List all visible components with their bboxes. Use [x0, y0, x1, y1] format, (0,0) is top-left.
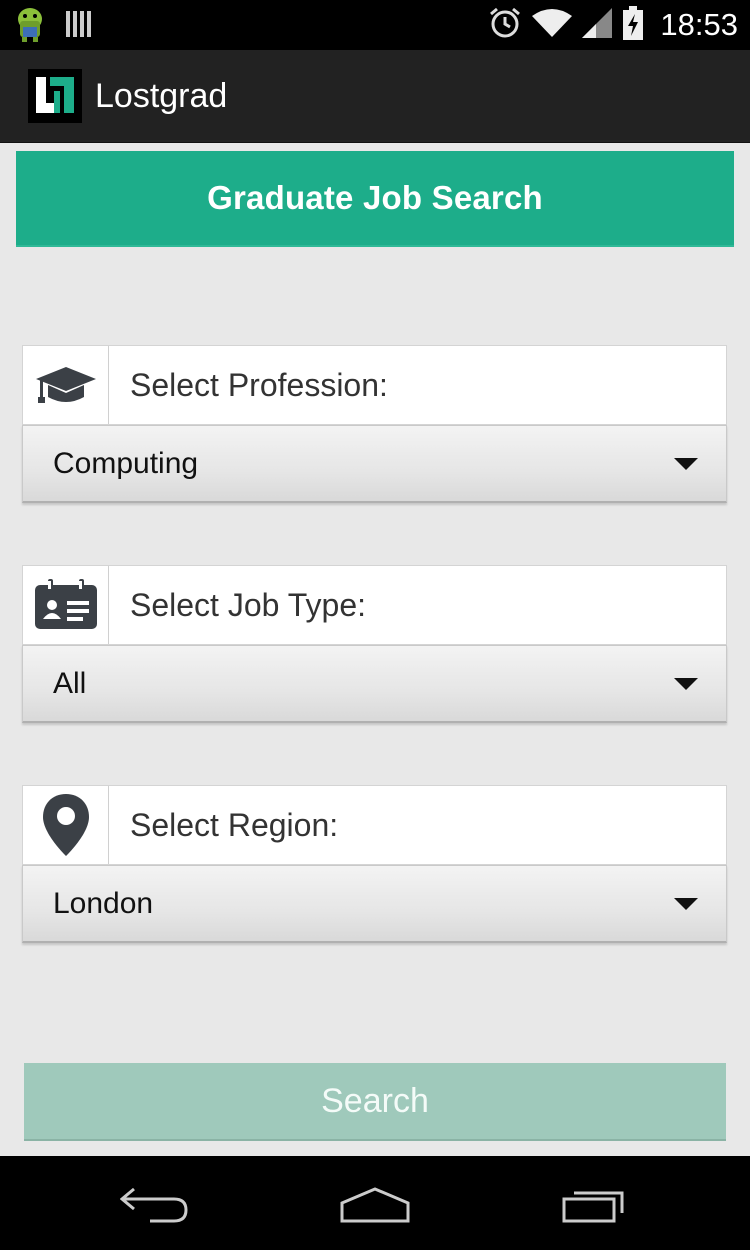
status-bar: 18:53 — [0, 0, 750, 50]
job-type-dropdown[interactable]: All — [22, 645, 727, 723]
job-type-label: Select Job Type: — [130, 587, 366, 623]
wifi-icon — [532, 8, 573, 43]
search-button[interactable]: Search — [24, 1063, 726, 1141]
lostgrad-logo-icon[interactable] — [28, 69, 82, 123]
region-selected-value: London — [53, 887, 154, 920]
profession-label: Select Profession: — [130, 367, 388, 403]
chevron-down-icon — [674, 458, 698, 470]
signal-icon — [582, 7, 613, 43]
page-header-banner: Graduate Job Search — [16, 151, 734, 247]
job-type-selected-value: All — [53, 667, 87, 700]
region-label: Select Region: — [130, 807, 339, 843]
profession-selected-value: Computing — [53, 447, 199, 480]
recent-apps-icon[interactable] — [550, 1180, 640, 1230]
region-label-row: Select Region: — [22, 785, 727, 865]
action-bar: Lostgrad — [0, 50, 750, 143]
region-dropdown[interactable]: London — [22, 865, 727, 943]
battery-charging-icon — [622, 5, 644, 45]
chevron-down-icon — [674, 678, 698, 690]
navigation-bar — [0, 1156, 750, 1250]
back-icon[interactable] — [110, 1180, 200, 1230]
page-title: Graduate Job Search — [207, 179, 543, 216]
home-icon[interactable] — [330, 1180, 420, 1230]
id-card-icon — [23, 566, 109, 644]
screen: 18:53 Lostgrad Graduate Job Search Selec… — [0, 0, 750, 1250]
profession-label-row: Select Profession: — [22, 345, 727, 425]
alarm-icon — [488, 6, 522, 45]
storage-icon — [66, 9, 92, 44]
android-debug-icon — [14, 5, 46, 48]
chevron-down-icon — [674, 898, 698, 910]
job-type-selector: Select Job Type: All — [22, 565, 727, 723]
job-type-label-row: Select Job Type: — [22, 565, 727, 645]
region-selector: Select Region: London — [22, 785, 727, 943]
app-title: Lostgrad — [95, 77, 228, 115]
graduation-cap-icon — [23, 346, 109, 424]
profession-selector: Select Profession: Computing — [22, 345, 727, 503]
status-time: 18:53 — [660, 7, 738, 42]
map-pin-icon — [23, 786, 109, 864]
profession-dropdown[interactable]: Computing — [22, 425, 727, 503]
